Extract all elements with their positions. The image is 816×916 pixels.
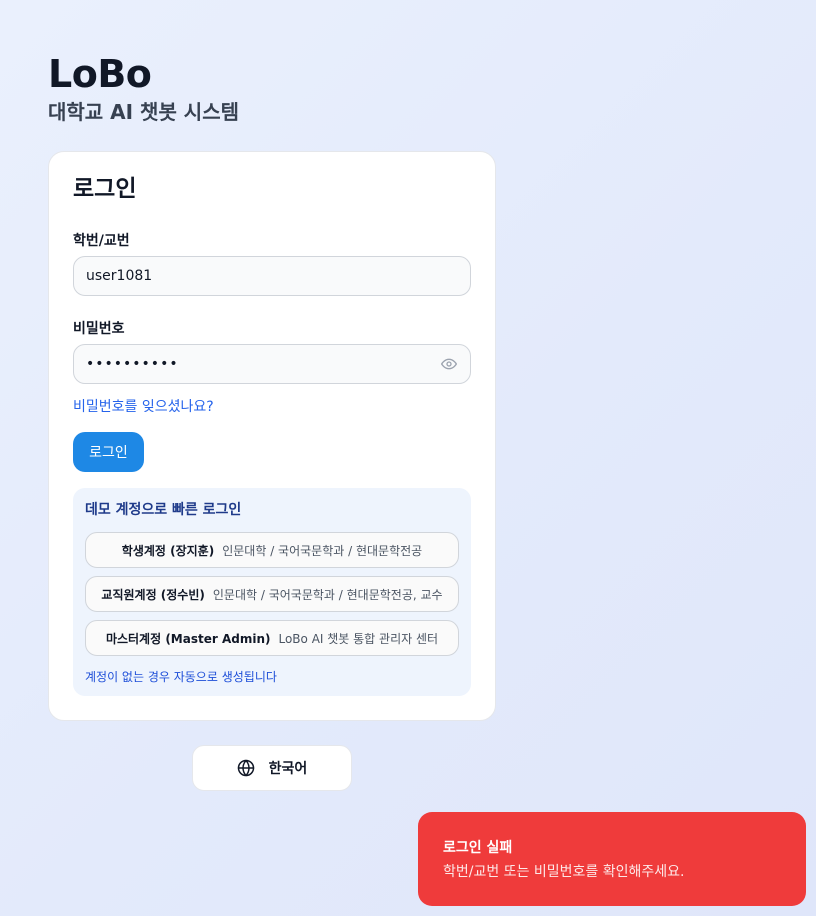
app-subtitle: 대학교 AI 챗봇 시스템 xyxy=(48,100,240,124)
student-id-label: 학번/교번 xyxy=(73,233,130,249)
demo-note: 계정이 없는 경우 자동으로 생성됩니다 xyxy=(85,670,277,684)
language-label: 한국어 xyxy=(268,761,308,777)
demo-staff-button[interactable]: 교직원계정 (정수빈) 인문대학 / 국어국문학과 / 현대문학전공, 교수 xyxy=(85,576,459,612)
demo-account-desc: LoBo AI 챗봇 통합 관리자 센터 xyxy=(278,631,439,646)
login-card: 로그인 학번/교번 user1081 비밀번호 •••••••••• 비밀번호를… xyxy=(48,151,496,721)
demo-account-name: 마스터계정 (Master Admin) xyxy=(105,631,271,646)
toast-title: 로그인 실패 xyxy=(443,840,513,856)
password-input[interactable]: •••••••••• xyxy=(73,344,471,384)
password-label: 비밀번호 xyxy=(73,321,125,337)
password-value: •••••••••• xyxy=(86,356,179,372)
demo-student-button[interactable]: 학생계정 (장지훈) 인문대학 / 국어국문학과 / 현대문학전공 xyxy=(85,532,459,568)
forgot-password-link[interactable]: 비밀번호를 잊으셨나요? xyxy=(73,396,214,416)
demo-accounts-panel: 데모 계정으로 빠른 로그인 학생계정 (장지훈) 인문대학 / 국어국문학과 … xyxy=(73,488,471,696)
demo-master-button[interactable]: 마스터계정 (Master Admin) LoBo AI 챗봇 통합 관리자 센… xyxy=(85,620,459,656)
eye-icon[interactable] xyxy=(440,355,458,373)
toast-message: 학번/교번 또는 비밀번호를 확인해주세요. xyxy=(443,864,685,880)
student-id-value: user1081 xyxy=(86,268,153,284)
brand-header: LoBo 대학교 AI 챗봇 시스템 xyxy=(48,52,239,126)
demo-account-name: 학생계정 (장지훈) xyxy=(121,543,215,558)
error-toast[interactable]: 로그인 실패 학번/교번 또는 비밀번호를 확인해주세요. xyxy=(418,812,806,906)
globe-icon xyxy=(237,759,255,777)
demo-account-desc: 인문대학 / 국어국문학과 / 현대문학전공, 교수 xyxy=(212,587,443,602)
login-button[interactable]: 로그인 xyxy=(73,432,144,472)
login-title: 로그인 xyxy=(73,176,137,202)
student-id-input[interactable]: user1081 xyxy=(73,256,471,296)
demo-title: 데모 계정으로 빠른 로그인 xyxy=(85,502,242,518)
language-button[interactable]: 한국어 xyxy=(192,745,352,791)
app-title: LoBo xyxy=(48,52,152,96)
demo-account-desc: 인문대학 / 국어국문학과 / 현대문학전공 xyxy=(222,543,423,558)
demo-account-name: 교직원계정 (정수빈) xyxy=(101,587,205,602)
